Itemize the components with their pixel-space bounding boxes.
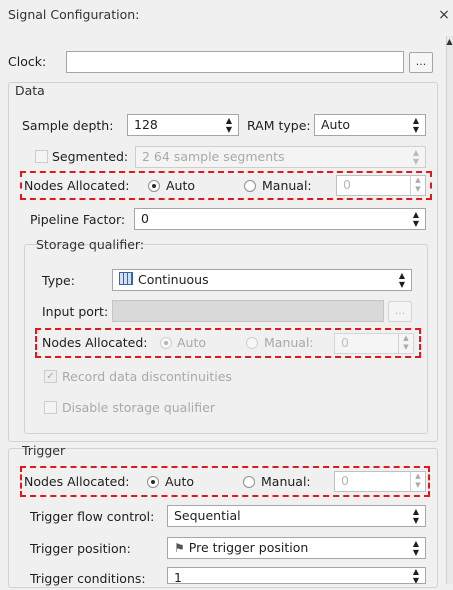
- record-discontinuities-checkbox[interactable]: ✓: [44, 370, 57, 383]
- trigger-conditions-label: Trigger conditions:: [30, 571, 146, 586]
- trigger-manual-spinbox[interactable]: 0 ▲ ▼: [334, 471, 426, 492]
- sq-manual-value: 0: [341, 335, 349, 350]
- record-discontinuities-label: Record data discontinuities: [62, 369, 232, 384]
- trigger-auto-label: Auto: [165, 474, 195, 489]
- sq-manual-spinbox[interactable]: 0 ▲ ▼: [334, 333, 414, 354]
- chevron-updown-icon: ▲ ▼: [225, 116, 232, 134]
- trigger-conditions-select[interactable]: 1 ▲ ▼: [167, 567, 426, 584]
- flag-icon: ⚑: [174, 541, 185, 555]
- pipeline-factor-value: 0: [141, 211, 149, 226]
- segmented-value: 2 64 sample segments: [142, 149, 285, 164]
- sample-depth-value: 128: [134, 117, 158, 132]
- disable-storage-qualifier-label: Disable storage qualifier: [62, 400, 215, 415]
- data-manual-value: 0: [343, 177, 351, 192]
- segmented-label: Segmented:: [52, 149, 129, 164]
- trigger-section-title: Trigger: [22, 443, 66, 458]
- ram-type-label: RAM type:: [247, 118, 311, 133]
- trigger-manual-label: Manual:: [261, 474, 311, 489]
- chevron-updown-icon: ▲ ▼: [398, 271, 405, 289]
- sq-auto-radio[interactable]: [160, 337, 172, 349]
- input-port-label: Input port:: [42, 304, 109, 319]
- trigger-nodes-allocated-label: Nodes Allocated:: [24, 474, 130, 489]
- input-port-field[interactable]: [112, 300, 384, 322]
- chevron-updown-icon: ▲ ▼: [412, 507, 419, 525]
- pipeline-factor-select[interactable]: 0 ▲ ▼: [134, 208, 426, 230]
- trigger-flow-select[interactable]: Sequential ▲ ▼: [167, 505, 426, 527]
- data-auto-radio[interactable]: [148, 180, 160, 192]
- trigger-conditions-value: 1: [174, 570, 182, 584]
- ram-type-select[interactable]: Auto ▲ ▼: [314, 114, 426, 136]
- storage-qualifier-title: Storage qualifier:: [36, 237, 145, 252]
- trigger-manual-value: 0: [341, 473, 349, 488]
- spin-arrows-icon: ▲ ▼: [410, 176, 425, 195]
- chevron-updown-icon: ▲ ▼: [412, 116, 419, 134]
- sample-depth-label: Sample depth:: [22, 118, 114, 133]
- pipeline-factor-label: Pipeline Factor:: [30, 212, 126, 227]
- sample-depth-select[interactable]: 128 ▲ ▼: [127, 114, 239, 136]
- type-select[interactable]: Continuous ▲ ▼: [112, 269, 412, 291]
- clock-label: Clock:: [8, 54, 47, 69]
- chevron-updown-icon: ▲ ▼: [412, 567, 419, 584]
- data-nodes-allocated-label: Nodes Allocated:: [24, 178, 130, 193]
- data-section-title: Data: [15, 83, 45, 98]
- data-manual-radio[interactable]: [244, 180, 256, 192]
- segmented-checkbox[interactable]: [35, 150, 48, 163]
- close-icon[interactable]: ×: [436, 6, 452, 24]
- type-label: Type:: [42, 273, 75, 288]
- chevron-updown-icon: ▲ ▼: [412, 539, 419, 557]
- scroll-up-arrow-icon[interactable]: ▲: [446, 36, 453, 48]
- ram-type-value: Auto: [321, 117, 351, 132]
- spin-arrows-icon: ▲ ▼: [410, 472, 425, 491]
- vertical-scrollbar[interactable]: [446, 36, 453, 584]
- sq-auto-label: Auto: [177, 335, 207, 350]
- data-manual-spinbox[interactable]: 0 ▲ ▼: [336, 175, 426, 196]
- trigger-manual-radio[interactable]: [243, 476, 255, 488]
- trigger-position-select[interactable]: ⚑ Pre trigger position ▲ ▼: [167, 537, 426, 559]
- disable-storage-qualifier-checkbox[interactable]: [44, 401, 57, 414]
- input-port-browse-button[interactable]: ...: [388, 301, 412, 322]
- clock-input[interactable]: [66, 51, 404, 73]
- trigger-flow-value: Sequential: [174, 508, 241, 523]
- chevron-updown-icon: ▲ ▼: [412, 210, 419, 228]
- sq-manual-label: Manual:: [264, 335, 314, 350]
- trigger-auto-radio[interactable]: [147, 476, 159, 488]
- trigger-flow-label: Trigger flow control:: [30, 509, 155, 524]
- window-title: Signal Configuration:: [8, 7, 140, 22]
- sq-nodes-allocated-label: Nodes Allocated:: [42, 335, 148, 350]
- spin-arrows-icon: ▲ ▼: [398, 334, 413, 353]
- trigger-position-label: Trigger position:: [30, 541, 131, 556]
- data-auto-label: Auto: [166, 178, 196, 193]
- clock-browse-button[interactable]: ...: [409, 52, 433, 73]
- sq-manual-radio[interactable]: [246, 337, 258, 349]
- list-icon: [119, 272, 133, 285]
- trigger-position-value: Pre trigger position: [188, 540, 309, 555]
- type-value: Continuous: [138, 272, 209, 287]
- data-manual-label: Manual:: [262, 178, 312, 193]
- segmented-select[interactable]: 2 64 sample segments ▲ ▼: [135, 146, 426, 168]
- chevron-updown-icon: ▲ ▼: [412, 148, 419, 166]
